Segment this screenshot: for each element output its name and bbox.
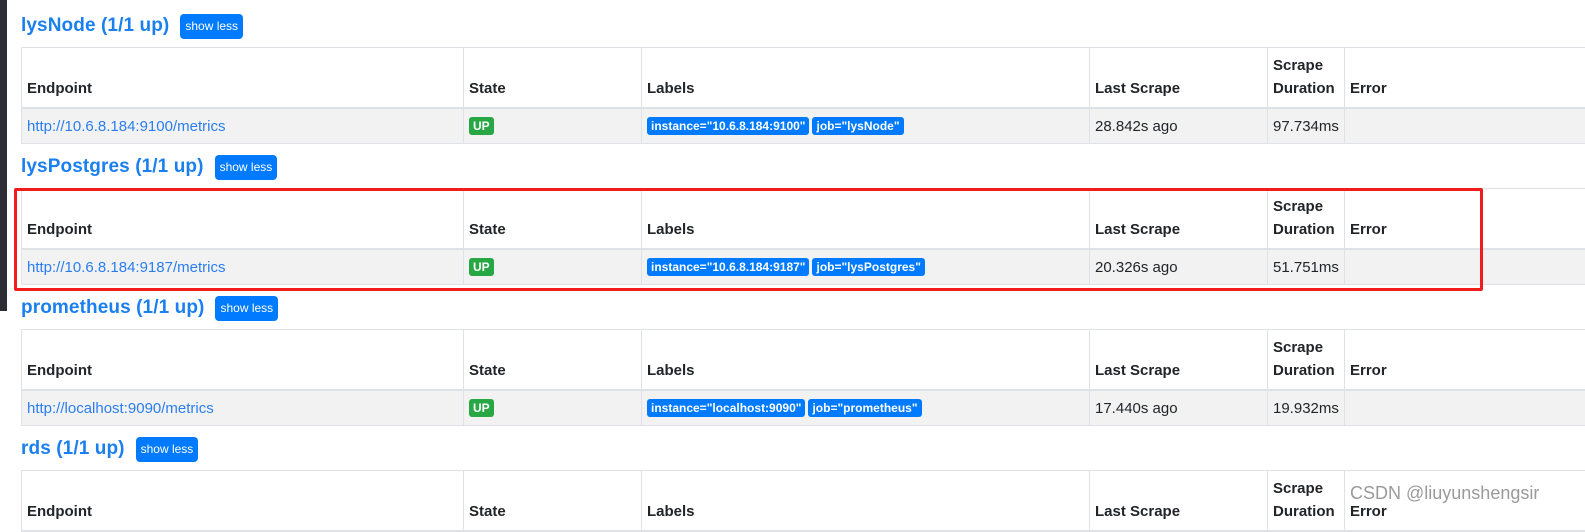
state-cell: UP xyxy=(464,108,642,144)
label-badge-job: job="lysNode" xyxy=(812,117,903,135)
table-header-row: Endpoint State Labels Last Scrape Scrape… xyxy=(22,189,1585,250)
job-section-lyspostgres: lysPostgres (1/1 up) show less Endpoint … xyxy=(21,148,1585,285)
column-header-endpoint: Endpoint xyxy=(22,471,464,532)
table-row: http://10.6.8.184:9187/metrics UP instan… xyxy=(22,249,1585,285)
labels-cell: instance="10.6.8.184:9100"job="lysNode" xyxy=(642,108,1090,144)
label-badge-job: job="lysPostgres" xyxy=(812,258,924,276)
job-header: lysNode (1/1 up) show less xyxy=(21,7,1585,45)
state-badge: UP xyxy=(469,399,494,417)
job-section-rds: rds (1/1 up) show less Endpoint State La… xyxy=(21,430,1585,532)
job-title[interactable]: lysNode (1/1 up) xyxy=(21,15,169,37)
column-header-state: State xyxy=(464,189,642,250)
column-header-last-scrape: Last Scrape xyxy=(1090,189,1268,250)
job-header: rds (1/1 up) show less xyxy=(21,430,1585,468)
endpoint-cell: http://10.6.8.184:9100/metrics xyxy=(22,108,464,144)
show-less-button[interactable]: show less xyxy=(215,296,278,321)
targets-table: Endpoint State Labels Last Scrape Scrape… xyxy=(21,47,1585,144)
column-header-error: Error xyxy=(1345,189,1585,250)
column-header-state: State xyxy=(464,471,642,532)
state-badge: UP xyxy=(469,117,494,135)
column-header-scrape-duration: Scrape Duration xyxy=(1268,471,1345,532)
endpoint-link[interactable]: http://localhost:9090/metrics xyxy=(27,400,214,417)
error-cell xyxy=(1345,390,1585,426)
scrape-duration-cell: 19.932ms xyxy=(1268,390,1345,426)
table-row: http://10.6.8.184:9100/metrics UP instan… xyxy=(22,108,1585,144)
table-header-row: Endpoint State Labels Last Scrape Scrape… xyxy=(22,48,1585,109)
targets-table: Endpoint State Labels Last Scrape Scrape… xyxy=(21,188,1585,285)
column-header-labels: Labels xyxy=(642,471,1090,532)
column-header-labels: Labels xyxy=(642,189,1090,250)
state-cell: UP xyxy=(464,390,642,426)
last-scrape-cell: 17.440s ago xyxy=(1090,390,1268,426)
column-header-endpoint: Endpoint xyxy=(22,48,464,109)
job-section-prometheus: prometheus (1/1 up) show less Endpoint S… xyxy=(21,289,1585,426)
table-row: http://localhost:9090/metrics UP instanc… xyxy=(22,390,1585,426)
column-header-last-scrape: Last Scrape xyxy=(1090,471,1268,532)
column-header-endpoint: Endpoint xyxy=(22,330,464,391)
last-scrape-cell: 28.842s ago xyxy=(1090,108,1268,144)
state-cell: UP xyxy=(464,249,642,285)
job-header: prometheus (1/1 up) show less xyxy=(21,289,1585,327)
targets-table: Endpoint State Labels Last Scrape Scrape… xyxy=(21,329,1585,426)
state-badge: UP xyxy=(469,258,494,276)
labels-cell: instance="localhost:9090"job="prometheus… xyxy=(642,390,1090,426)
error-cell xyxy=(1345,108,1585,144)
table-header-row: Endpoint State Labels Last Scrape Scrape… xyxy=(22,330,1585,391)
error-cell xyxy=(1345,249,1585,285)
show-less-button[interactable]: show less xyxy=(136,437,199,462)
column-header-error: Error xyxy=(1345,330,1585,391)
column-header-error: Error xyxy=(1345,48,1585,109)
last-scrape-cell: 20.326s ago xyxy=(1090,249,1268,285)
column-header-last-scrape: Last Scrape xyxy=(1090,48,1268,109)
label-badge-instance: instance="localhost:9090" xyxy=(647,399,805,417)
column-header-scrape-duration: Scrape Duration xyxy=(1268,330,1345,391)
show-less-button[interactable]: show less xyxy=(180,14,243,39)
watermark: CSDN @liuyunshengsir xyxy=(1350,483,1539,504)
scrape-duration-cell: 97.734ms xyxy=(1268,108,1345,144)
job-header: lysPostgres (1/1 up) show less xyxy=(21,148,1585,186)
column-header-last-scrape: Last Scrape xyxy=(1090,330,1268,391)
show-less-button[interactable]: show less xyxy=(215,155,278,180)
job-title[interactable]: lysPostgres (1/1 up) xyxy=(21,156,204,178)
scrape-duration-cell: 51.751ms xyxy=(1268,249,1345,285)
column-header-scrape-duration: Scrape Duration xyxy=(1268,48,1345,109)
labels-cell: instance="10.6.8.184:9187"job="lysPostgr… xyxy=(642,249,1090,285)
endpoint-link[interactable]: http://10.6.8.184:9187/metrics xyxy=(27,259,225,276)
job-title[interactable]: rds (1/1 up) xyxy=(21,438,125,460)
job-title[interactable]: prometheus (1/1 up) xyxy=(21,297,204,319)
column-header-labels: Labels xyxy=(642,330,1090,391)
window-edge-strip xyxy=(0,0,7,311)
endpoint-cell: http://localhost:9090/metrics xyxy=(22,390,464,426)
column-header-state: State xyxy=(464,330,642,391)
column-header-labels: Labels xyxy=(642,48,1090,109)
label-badge-job: job="prometheus" xyxy=(808,399,921,417)
column-header-endpoint: Endpoint xyxy=(22,189,464,250)
job-section-lysnode: lysNode (1/1 up) show less Endpoint Stat… xyxy=(21,7,1585,144)
label-badge-instance: instance="10.6.8.184:9100" xyxy=(647,117,809,135)
endpoint-link[interactable]: http://10.6.8.184:9100/metrics xyxy=(27,118,225,135)
label-badge-instance: instance="10.6.8.184:9187" xyxy=(647,258,809,276)
column-header-state: State xyxy=(464,48,642,109)
endpoint-cell: http://10.6.8.184:9187/metrics xyxy=(22,249,464,285)
column-header-scrape-duration: Scrape Duration xyxy=(1268,189,1345,250)
